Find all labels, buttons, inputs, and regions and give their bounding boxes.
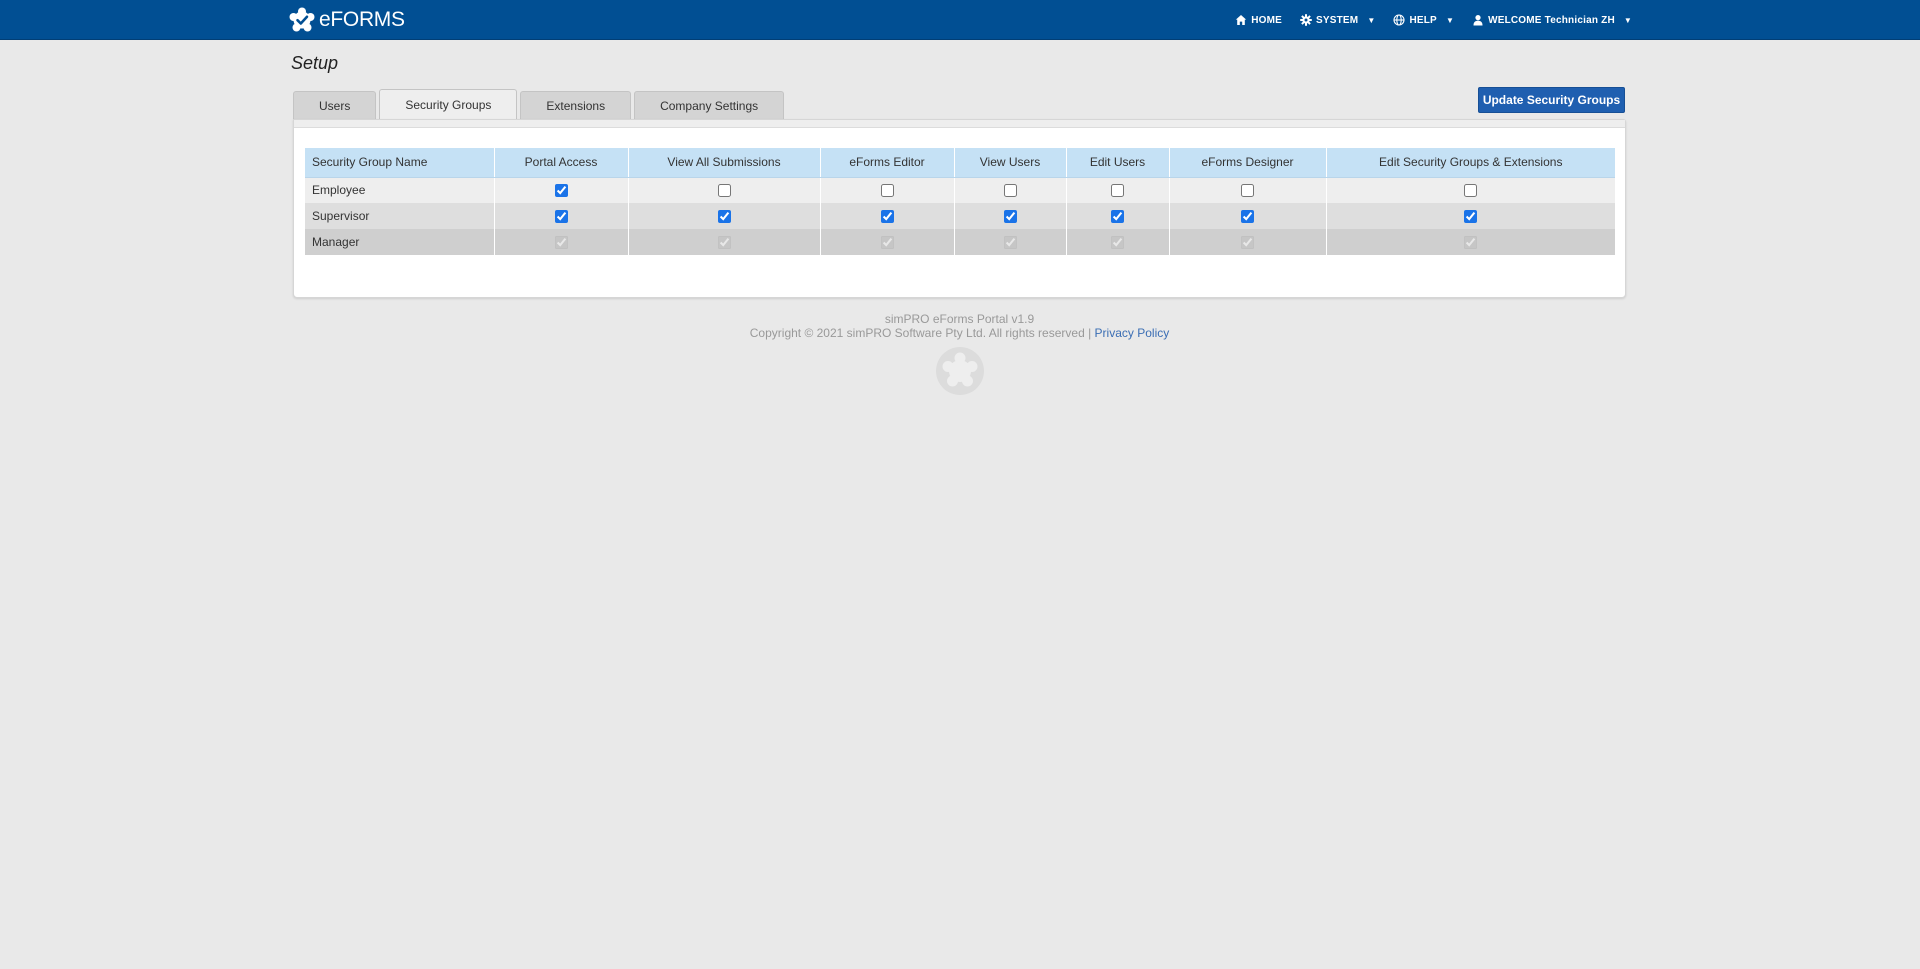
portal-access-checkbox[interactable] (554, 210, 568, 224)
footer: simPRO eForms Portal v1.9 Copyright © 20… (293, 312, 1626, 340)
eforms-designer-checkbox[interactable] (1241, 210, 1254, 224)
permission-cell (1168, 229, 1326, 255)
permission-cell (1325, 203, 1615, 229)
nav-home[interactable]: HOME (1235, 14, 1282, 26)
security-groups-panel: Security Group Name Portal Access View A… (293, 119, 1626, 298)
nav-system-dropdown[interactable]: SYSTEM ▼ (1300, 14, 1375, 26)
column-header: View All Submissions (627, 148, 820, 178)
home-icon (1235, 15, 1247, 25)
view-all-submissions-checkbox[interactable] (717, 184, 731, 198)
brand-link[interactable]: eFORMS (289, 7, 405, 33)
tab-extensions[interactable]: Extensions (520, 91, 632, 120)
permission-cell (1168, 203, 1326, 229)
tab-company-settings[interactable]: Company Settings (634, 91, 785, 120)
permission-cell (1325, 229, 1615, 255)
permission-cell (819, 203, 954, 229)
column-header: Edit Users (1065, 148, 1169, 178)
chevron-down-icon: ▼ (1367, 15, 1376, 25)
page-title: Setup (291, 53, 339, 73)
setup-tabs: Users Security Groups Extensions Company… (293, 89, 785, 120)
permission-cell (493, 229, 628, 255)
brand-logo-icon (289, 7, 315, 32)
column-header: Edit Security Groups & Extensions (1325, 148, 1615, 178)
gear-icon (1300, 14, 1312, 26)
column-header: eForms Editor (819, 148, 954, 178)
permission-cell (627, 203, 820, 229)
view-users-checkbox[interactable] (1003, 184, 1017, 198)
footer-logo-icon (936, 347, 984, 395)
column-header: eForms Designer (1168, 148, 1326, 178)
eforms-editor-checkbox (880, 236, 894, 250)
column-header: View Users (953, 148, 1066, 178)
nav-menu: HOME SYSTEM ▼ HELP ▼ WELCOME Technician … (1235, 0, 1632, 40)
permission-cell (1065, 229, 1169, 255)
edit-security-groups-extensions-checkbox[interactable] (1464, 184, 1478, 198)
footer-version: simPRO eForms Portal v1.9 (884, 312, 1035, 326)
table-row: Manager (305, 229, 1615, 255)
view-users-checkbox (1003, 236, 1017, 250)
portal-access-checkbox[interactable] (554, 184, 568, 198)
nav-home-label: HOME (1251, 14, 1282, 26)
footer-copyright-line: Copyright © 2021 simPRO Software Pty Ltd… (293, 326, 1626, 340)
security-groups-table: Security Group Name Portal Access View A… (305, 148, 1615, 255)
permission-cell (493, 177, 628, 203)
table-row: Supervisor (305, 203, 1615, 229)
edit-users-checkbox[interactable] (1111, 184, 1124, 198)
chevron-down-icon: ▼ (1623, 15, 1632, 25)
permission-cell (1065, 203, 1169, 229)
footer-copyright: Copyright © 2021 simPRO Software Pty Ltd… (749, 326, 1092, 340)
edit-users-checkbox[interactable] (1111, 210, 1124, 224)
nav-system-label: SYSTEM (1316, 14, 1359, 26)
privacy-policy-link[interactable]: Privacy Policy (1095, 326, 1170, 340)
table-row: Employee (305, 177, 1615, 203)
permission-cell (1065, 177, 1169, 203)
table-header-row: Security Group Name Portal Access View A… (305, 148, 1615, 178)
eforms-designer-checkbox[interactable] (1241, 184, 1254, 198)
table-body: Employee Supervisor Manager (305, 177, 1615, 255)
eforms-editor-checkbox[interactable] (880, 210, 894, 224)
permission-cell (1168, 177, 1326, 203)
panel-topbar (294, 120, 1625, 128)
view-users-checkbox[interactable] (1003, 210, 1017, 224)
column-header: Security Group Name (305, 148, 494, 178)
permission-cell (953, 177, 1066, 203)
top-navbar: eFORMS HOME SYSTEM ▼ HELP ▼ WELCOME Tech… (0, 0, 1920, 40)
tab-security-groups[interactable]: Security Groups (379, 89, 518, 120)
permission-cell (819, 177, 954, 203)
view-all-submissions-checkbox (717, 236, 731, 250)
edit-security-groups-extensions-checkbox (1464, 236, 1478, 250)
edit-security-groups-extensions-checkbox[interactable] (1464, 210, 1478, 224)
chevron-down-icon: ▼ (1445, 15, 1455, 25)
portal-access-checkbox (554, 236, 568, 250)
view-all-submissions-checkbox[interactable] (717, 210, 731, 224)
nav-user-label: WELCOME Technician ZH (1488, 14, 1615, 26)
security-group-name: Employee (305, 177, 494, 203)
nav-help-dropdown[interactable]: HELP ▼ (1393, 14, 1454, 26)
eforms-editor-checkbox[interactable] (880, 184, 894, 198)
permission-cell (627, 229, 820, 255)
eforms-designer-checkbox (1241, 236, 1254, 250)
permission-cell (627, 177, 820, 203)
permission-cell (953, 203, 1066, 229)
brand-name: eFORMS (319, 8, 405, 31)
user-icon (1473, 15, 1483, 26)
tab-users[interactable]: Users (293, 91, 377, 120)
permission-cell (493, 203, 628, 229)
security-group-name: Supervisor (305, 203, 494, 229)
nav-user-dropdown[interactable]: WELCOME Technician ZH ▼ (1472, 14, 1632, 26)
permission-cell (1325, 177, 1615, 203)
update-security-groups-button[interactable]: Update Security Groups (1478, 87, 1625, 113)
permission-cell (819, 229, 954, 255)
nav-help-label: HELP (1409, 14, 1437, 26)
permission-cell (953, 229, 1066, 255)
edit-users-checkbox (1111, 236, 1124, 250)
globe-icon (1393, 14, 1406, 26)
column-header: Portal Access (493, 148, 628, 178)
security-group-name: Manager (305, 229, 494, 255)
